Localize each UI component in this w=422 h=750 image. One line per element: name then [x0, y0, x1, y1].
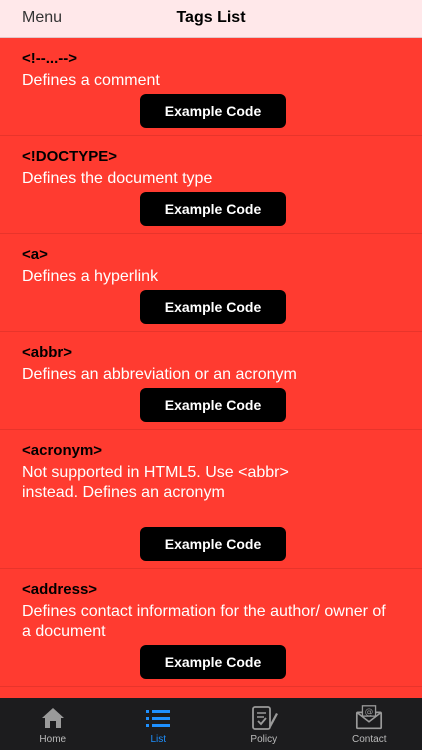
tag-name: <!DOCTYPE> [22, 148, 118, 165]
navigation-bar: Menu Tags List [0, 0, 422, 38]
list-item: <!DOCTYPE> Defines the document type Exa… [0, 136, 422, 234]
tab-contact[interactable]: @ Contact [317, 698, 422, 750]
tag-name: <acronym> [22, 442, 103, 459]
tag-description: Defines the document type [22, 170, 213, 187]
tag-name: <a> [22, 246, 48, 263]
example-code-button[interactable]: Example Code [140, 645, 286, 679]
list-item: <address> Defines contact information fo… [0, 569, 422, 687]
tag-name: <abbr> [22, 344, 73, 361]
tab-policy[interactable]: Policy [211, 698, 316, 750]
list-item: <a> Defines a hyperlink Example Code [0, 234, 422, 332]
tags-list: <!--...--> Defines a comment Example Cod… [0, 38, 422, 687]
example-code-button[interactable]: Example Code [140, 290, 286, 324]
tab-bar: Home List Policy @ Contact [0, 698, 422, 750]
tab-label: List [150, 734, 167, 745]
tab-label: Home [39, 734, 67, 745]
list-item: <acronym> Not supported in HTML5. Use <a… [0, 430, 422, 569]
tag-description: Defines an abbreviation or an acronym [22, 366, 297, 383]
page-title: Tags List [176, 9, 246, 26]
home-icon [38, 704, 68, 732]
tag-description: Defines contact information for the auth… [22, 603, 386, 640]
tag-description: Defines a hyperlink [22, 268, 159, 285]
example-code-button[interactable]: Example Code [140, 388, 286, 422]
tab-label: Contact [352, 734, 387, 745]
contact-icon: @ [354, 704, 384, 732]
tag-name: <address> [22, 581, 98, 598]
list-icon [143, 704, 173, 732]
tag-name: <!--...--> [22, 50, 77, 67]
example-code-button[interactable]: Example Code [140, 527, 286, 561]
tag-description: Not supported in HTML5. Use <abbr> inste… [22, 464, 289, 501]
tab-home[interactable]: Home [0, 698, 105, 750]
tab-list[interactable]: List [106, 698, 211, 750]
example-code-button[interactable]: Example Code [140, 94, 286, 128]
list-item: <abbr> Defines an abbreviation or an acr… [0, 332, 422, 430]
tag-description: Defines a comment [22, 72, 160, 89]
tab-label: Policy [250, 734, 278, 745]
svg-text:@: @ [365, 706, 373, 716]
example-code-button[interactable]: Example Code [140, 192, 286, 226]
policy-icon [249, 704, 279, 732]
list-item: <!--...--> Defines a comment Example Cod… [0, 38, 422, 136]
